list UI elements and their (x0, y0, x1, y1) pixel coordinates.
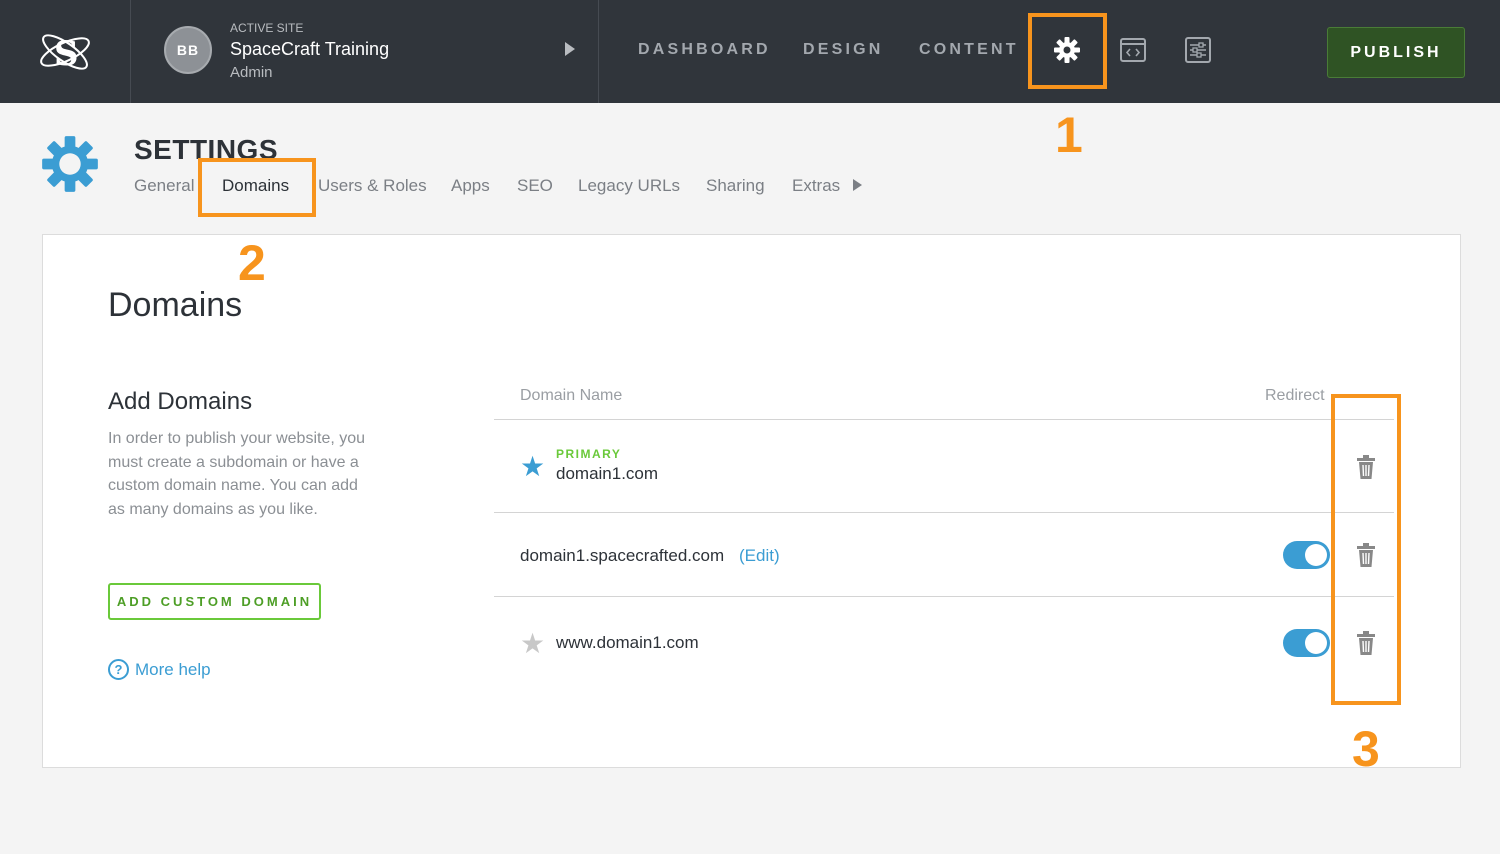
row-divider (494, 596, 1394, 597)
make-primary-star-icon[interactable]: ★ (520, 630, 545, 658)
help-circle-icon: ? (108, 659, 129, 680)
domain-name: www.domain1.com (556, 633, 699, 652)
tabs-more-arrow-icon[interactable] (853, 179, 862, 191)
tab-general[interactable]: General (134, 176, 194, 196)
column-domain-name: Domain Name (520, 387, 623, 404)
column-redirect: Redirect (1265, 387, 1325, 404)
site-name: SpaceCraft Training (230, 39, 390, 59)
tab-sharing[interactable]: Sharing (706, 176, 765, 196)
tab-legacy-urls[interactable]: Legacy URLs (578, 176, 680, 196)
callout-box-1 (1028, 13, 1107, 89)
site-switch-arrow-icon[interactable] (565, 42, 575, 56)
top-bar: S BB ACTIVE SITE SpaceCraft Training Adm… (0, 0, 1500, 103)
domain-name: domain1.spacecrafted.com (520, 546, 725, 565)
more-help-label: More help (135, 659, 211, 679)
callout-box-3 (1331, 394, 1401, 705)
svg-text:S: S (54, 34, 79, 74)
domain-name: domain1.com (556, 464, 659, 483)
redirect-toggle[interactable] (1283, 541, 1330, 569)
more-help-link[interactable]: ? More help (108, 659, 211, 680)
tab-apps[interactable]: Apps (451, 176, 490, 196)
row-divider (494, 512, 1394, 513)
tab-extras[interactable]: Extras (792, 176, 840, 196)
callout-number-3: 3 (1352, 721, 1380, 777)
primary-star-icon[interactable]: ★ (520, 453, 545, 481)
tab-seo[interactable]: SEO (517, 176, 553, 196)
active-site-label: ACTIVE SITE (230, 21, 304, 35)
add-domains-heading: Add Domains (108, 388, 253, 415)
nav-design[interactable]: DESIGN (803, 41, 884, 59)
callout-number-2: 2 (238, 235, 266, 291)
add-domains-description: In order to publish your website, you mu… (108, 430, 366, 518)
primary-badge: PRIMARY (556, 447, 622, 461)
nav-content[interactable]: CONTENT (919, 41, 1019, 59)
code-editor-icon[interactable] (1117, 34, 1149, 66)
callout-box-2 (198, 158, 316, 217)
callout-number-1: 1 (1055, 107, 1083, 163)
publish-button[interactable]: PUBLISH (1327, 27, 1465, 78)
active-site-switcher[interactable]: BB ACTIVE SITE SpaceCraft Training Admin (131, 0, 599, 103)
add-custom-domain-button[interactable]: ADD CUSTOM DOMAIN (108, 583, 321, 620)
spacecraft-logo-icon: S (40, 34, 90, 74)
edit-subdomain-link[interactable]: (Edit) (739, 546, 780, 566)
avatar: BB (164, 26, 212, 74)
redirect-toggle[interactable] (1283, 629, 1330, 657)
logo[interactable]: S (0, 0, 131, 103)
settings-header-gear-icon (40, 134, 100, 199)
table-divider (494, 419, 1394, 420)
sliders-icon[interactable] (1182, 34, 1214, 66)
panel-title: Domains (108, 286, 243, 324)
site-role: Admin (230, 64, 273, 81)
nav-dashboard[interactable]: DASHBOARD (638, 41, 771, 59)
tab-users-roles[interactable]: Users & Roles (318, 176, 427, 196)
